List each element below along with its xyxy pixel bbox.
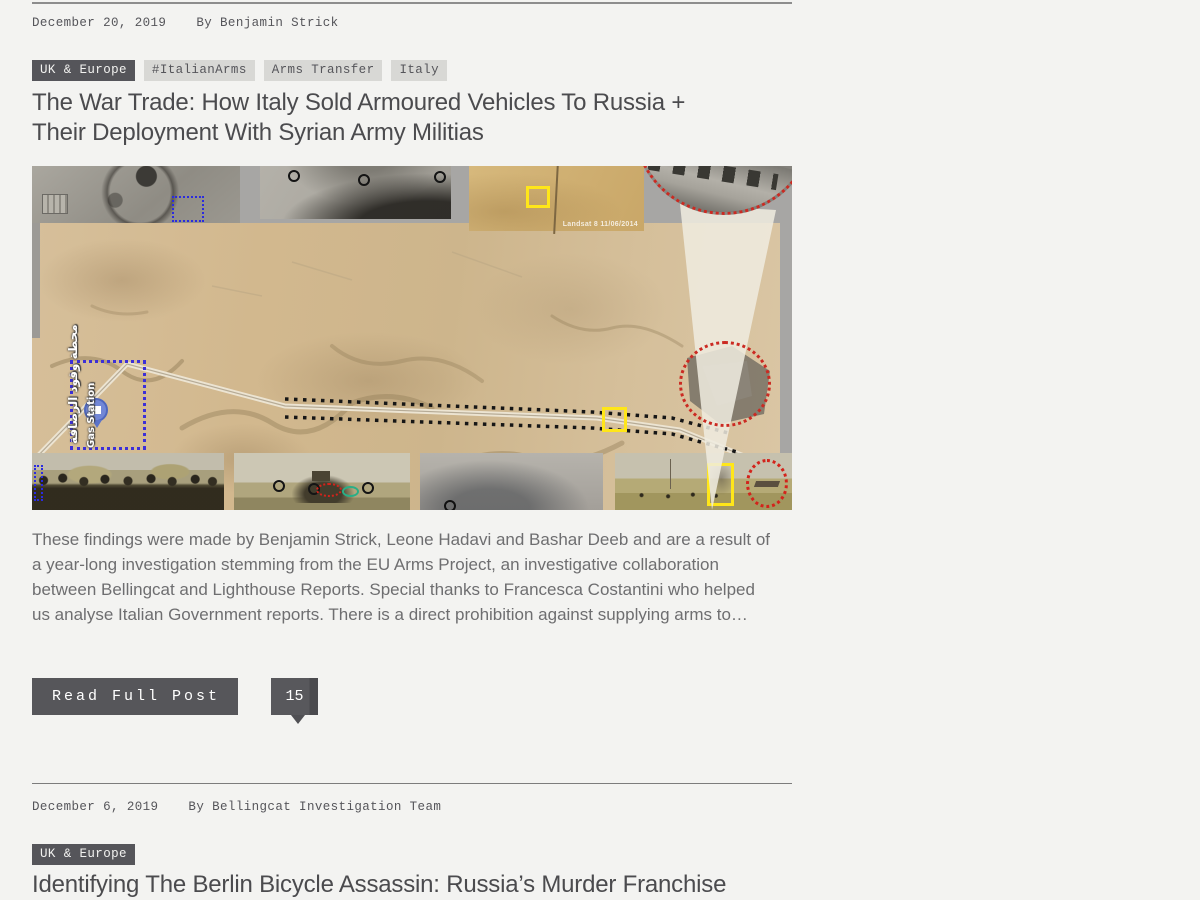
- read-full-post-button[interactable]: Read Full Post: [32, 678, 238, 715]
- yellow-box-annotation: [602, 407, 627, 432]
- category-tag-italianarms[interactable]: #ItalianArms: [144, 60, 255, 81]
- post-meta: December 6, 2019 By Bellingcat Investiga…: [32, 800, 441, 814]
- category-tags: UK & Europe #ItalianArms Arms Transfer I…: [32, 60, 447, 81]
- post-meta: December 20, 2019 By Benjamin Strick: [32, 16, 339, 30]
- top-rule: [32, 2, 792, 4]
- post-divider: [32, 783, 792, 784]
- blog-listing-page: December 20, 2019 By Benjamin Strick UK …: [0, 0, 1200, 900]
- post-excerpt: These findings were made by Benjamin Str…: [32, 527, 777, 627]
- content-column: December 20, 2019 By Benjamin Strick UK …: [32, 0, 792, 900]
- red-dotted-circle-annotation: [679, 341, 771, 427]
- category-tag-arms-transfer[interactable]: Arms Transfer: [264, 60, 383, 81]
- post-author: By Benjamin Strick: [196, 16, 338, 30]
- post-author: By Bellingcat Investigation Team: [188, 800, 441, 814]
- post-date: December 6, 2019: [32, 800, 158, 814]
- comment-count-badge[interactable]: 15: [271, 678, 318, 715]
- category-tag-uk-europe[interactable]: UK & Europe: [32, 60, 135, 81]
- comment-count: 15: [286, 688, 304, 705]
- post-date: December 20, 2019: [32, 16, 166, 30]
- category-tag-uk-europe[interactable]: UK & Europe: [32, 844, 135, 865]
- post-title-link[interactable]: Identifying The Berlin Bicycle Assassin:…: [32, 870, 792, 900]
- map-annotations: [32, 166, 792, 510]
- category-tags: UK & Europe: [32, 844, 135, 865]
- post-thumbnail[interactable]: Landsat 8 11/06/2014: [32, 166, 792, 510]
- post-actions: Read Full Post 15: [32, 678, 318, 715]
- post-title-link[interactable]: The War Trade: How Italy Sold Armoured V…: [32, 88, 744, 148]
- category-tag-italy[interactable]: Italy: [391, 60, 447, 81]
